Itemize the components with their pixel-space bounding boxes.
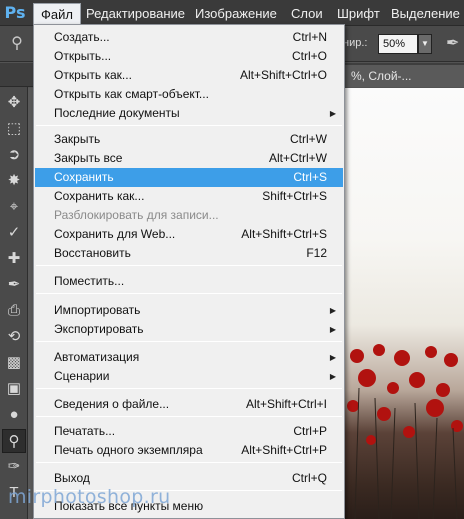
document-tab[interactable]: %, Слой-... bbox=[345, 65, 464, 87]
tool-panel: ✥ ⬚ ➲ ✸ ⌖ ✓ ✚ ✒ ⎙ ⟲ ▩ ▣ ● ⚲ ✑ T bbox=[0, 87, 28, 519]
menu-item-save[interactable]: Сохранить Ctrl+S bbox=[35, 168, 343, 187]
submenu-arrow-icon: ▶ bbox=[329, 325, 336, 334]
menu-item-save-as[interactable]: Сохранить как... Shift+Ctrl+S bbox=[35, 187, 343, 206]
menu-separator bbox=[36, 293, 342, 294]
eraser-icon[interactable]: ▩ bbox=[2, 351, 26, 375]
healing-brush-icon[interactable]: ✚ bbox=[2, 247, 26, 271]
menubar: Ps Файл Редактирование Изображение Слои … bbox=[0, 0, 464, 26]
menu-item-file-info[interactable]: Сведения о файле... Alt+Shift+Ctrl+I bbox=[35, 395, 343, 414]
submenu-arrow-icon: ▶ bbox=[329, 306, 336, 315]
menu-item-revert[interactable]: Восстановить F12 bbox=[35, 244, 343, 263]
menu-item-open-as[interactable]: Открыть как... Alt+Shift+Ctrl+O bbox=[35, 66, 343, 85]
photoshop-logo: Ps bbox=[4, 3, 26, 22]
menu-file[interactable]: Файл bbox=[33, 3, 81, 24]
canvas-photo bbox=[345, 88, 464, 519]
menu-layers[interactable]: Слои bbox=[284, 3, 330, 24]
menu-separator bbox=[36, 265, 342, 266]
submenu-arrow-icon: ▶ bbox=[329, 353, 336, 362]
eyedropper-icon[interactable]: ✓ bbox=[2, 221, 26, 245]
brush-icon[interactable]: ✒ bbox=[2, 273, 26, 297]
menu-item-close[interactable]: Закрыть Ctrl+W bbox=[35, 130, 343, 149]
menu-image[interactable]: Изображение bbox=[188, 3, 284, 24]
menu-item-open-smart-object[interactable]: Открыть как смарт-объект... bbox=[35, 85, 343, 104]
zoom-label: нир.: bbox=[343, 37, 368, 49]
menu-item-new[interactable]: Создать... Ctrl+N bbox=[35, 28, 343, 47]
history-brush-icon[interactable]: ⟲ bbox=[2, 325, 26, 349]
clone-stamp-icon[interactable]: ⎙ bbox=[2, 299, 26, 323]
menu-item-open[interactable]: Открыть... Ctrl+O bbox=[35, 47, 343, 66]
crop-icon[interactable]: ⌖ bbox=[2, 195, 26, 219]
menu-edit[interactable]: Редактирование bbox=[79, 3, 192, 24]
lasso-icon[interactable]: ➲ bbox=[2, 143, 26, 167]
menu-item-place[interactable]: Поместить... bbox=[35, 272, 343, 291]
submenu-arrow-icon: ▶ bbox=[329, 372, 336, 381]
menu-select[interactable]: Выделение bbox=[384, 3, 464, 24]
menu-item-export[interactable]: Экспортировать ▶ bbox=[35, 320, 343, 339]
file-menu: Создать... Ctrl+N Открыть... Ctrl+O Открыт… bbox=[33, 24, 345, 519]
menu-separator bbox=[36, 125, 342, 126]
zoom-tool-icon[interactable]: ⚲ bbox=[6, 34, 28, 54]
menu-item-print[interactable]: Печатать... Ctrl+P bbox=[35, 422, 343, 441]
menu-item-close-all[interactable]: Закрыть все Alt+Ctrl+W bbox=[35, 149, 343, 168]
chevron-down-icon[interactable]: ▼ bbox=[418, 34, 432, 54]
zoom-input[interactable]: 50% bbox=[378, 34, 418, 54]
menu-item-print-one-copy[interactable]: Печать одного экземпляра Alt+Shift+Ctrl+P bbox=[35, 441, 343, 460]
menu-type[interactable]: Шрифт bbox=[330, 3, 387, 24]
poppy-field-image bbox=[347, 344, 463, 519]
watermark: mirphotoshop.ru bbox=[8, 486, 171, 508]
gradient-icon[interactable]: ▣ bbox=[2, 377, 26, 401]
move-icon[interactable]: ✥ bbox=[2, 91, 26, 115]
menu-separator bbox=[36, 341, 342, 342]
menu-item-unlock-for-writing: Разблокировать для записи... bbox=[54, 208, 219, 222]
marquee-icon[interactable]: ⬚ bbox=[2, 117, 26, 141]
menu-item-scripts[interactable]: Сценарии ▶ bbox=[35, 367, 343, 386]
blur-icon[interactable]: ● bbox=[2, 403, 26, 427]
menu-separator bbox=[36, 462, 342, 463]
menu-item-automate[interactable]: Автоматизация ▶ bbox=[35, 348, 343, 367]
menu-item-import[interactable]: Импортировать ▶ bbox=[35, 301, 343, 320]
quick-select-icon[interactable]: ✸ bbox=[2, 169, 26, 193]
menu-item-save-for-web[interactable]: Сохранить для Web... Alt+Shift+Ctrl+S bbox=[35, 225, 343, 244]
menu-item-recent-documents[interactable]: Последние документы ▶ bbox=[35, 104, 343, 123]
dodge-icon[interactable]: ⚲ bbox=[2, 429, 26, 453]
submenu-arrow-icon: ▶ bbox=[329, 109, 336, 118]
menu-separator bbox=[36, 416, 342, 417]
menu-separator bbox=[36, 388, 342, 389]
brush-icon[interactable]: ✒ bbox=[446, 32, 464, 56]
pen-icon[interactable]: ✑ bbox=[2, 455, 26, 479]
